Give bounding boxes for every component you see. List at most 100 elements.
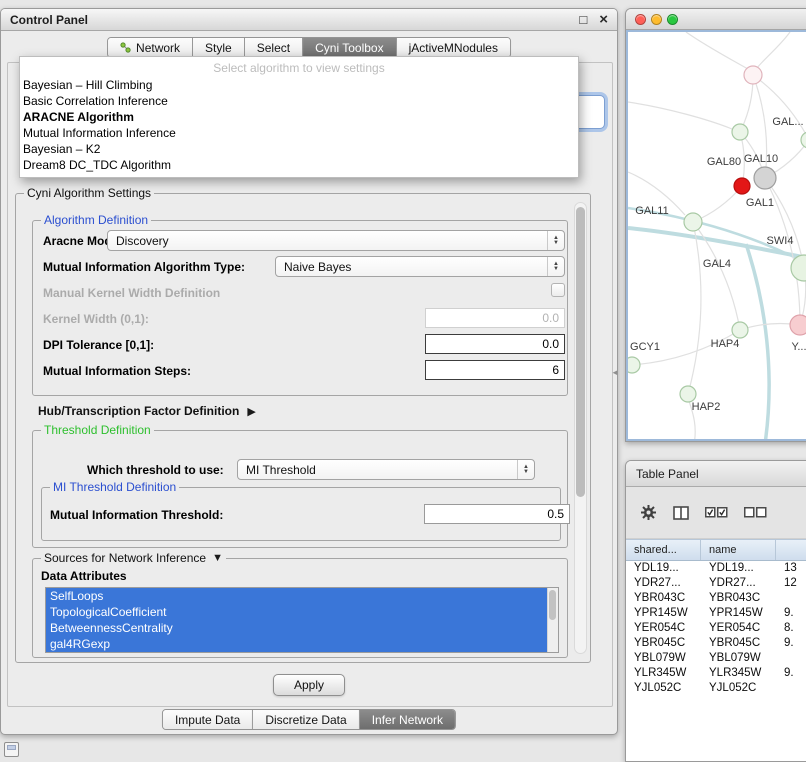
manual-kernel-label: Manual Kernel Width Definition [43, 286, 220, 300]
mi-threshold-definition-group: MI Threshold Definition Mutual Informati… [41, 487, 561, 541]
algorithm-dropdown-list: Select algorithm to view settings Bayesi… [19, 56, 579, 178]
dropdown-item-bayesian-k2[interactable]: Bayesian – K2 [20, 141, 578, 157]
manual-kernel-checkbox[interactable] [551, 283, 565, 297]
table-row[interactable]: YBL079WYBL079W [626, 651, 806, 666]
list-item-selected[interactable]: TopologicalCoefficient [46, 604, 547, 620]
network-node[interactable] [684, 213, 702, 231]
list-item-selected[interactable]: BetweennessCentrality [46, 620, 547, 636]
deselect-columns-icon[interactable] [744, 506, 767, 519]
dropdown-item-aracne[interactable]: ARACNE Algorithm [20, 109, 578, 125]
mi-type-select[interactable]: Naive Bayes ▲▼ [275, 256, 565, 277]
list-item-selected[interactable]: gal4RGexp [46, 636, 547, 652]
zoom-traffic-light-icon[interactable] [667, 14, 678, 25]
dropdown-item-basic-correlation[interactable]: Basic Correlation Inference [20, 93, 578, 109]
column-header-shared-name[interactable]: shared... [626, 540, 701, 560]
group-title: Threshold Definition [41, 423, 154, 437]
network-edge[interactable] [686, 32, 748, 69]
network-node[interactable] [790, 315, 806, 335]
list-item-selected[interactable]: SelfLoops [46, 588, 547, 604]
panel-collapse-arrow-icon[interactable]: ◄ [611, 368, 619, 377]
float-window-icon[interactable]: □ [579, 12, 587, 27]
collapsed-panel-icon[interactable] [4, 742, 19, 757]
hub-definition-expander[interactable]: Hub/Transcription Factor Definition ▶ [38, 404, 256, 418]
select-all-columns-icon[interactable] [705, 506, 728, 519]
network-node-label: GCY1 [630, 341, 660, 353]
network-window-titlebar [626, 9, 806, 30]
network-canvas[interactable]: GAL...GAL80GAL10GAL1GAL11SWI4GAL4GCY1HAP… [626, 30, 806, 441]
column-header-name[interactable]: name [701, 540, 776, 560]
dpi-tolerance-input[interactable] [425, 334, 565, 354]
list-scrollbar[interactable] [547, 588, 558, 652]
threshold-definition-group: Threshold Definition Which threshold to … [32, 430, 568, 548]
tab-infer-network[interactable]: Infer Network [360, 710, 455, 729]
panel-title: Table Panel [636, 467, 699, 481]
network-node[interactable] [732, 124, 748, 140]
close-traffic-light-icon[interactable] [635, 14, 646, 25]
sources-group-title[interactable]: Sources for Network Inference ▼ [41, 551, 226, 565]
table-row[interactable]: YDL19...YDL19...13 [626, 561, 806, 576]
tab-discretize-data[interactable]: Discretize Data [253, 710, 359, 729]
cell-extra: 13 [776, 561, 806, 576]
dropdown-item-bayesian-hill[interactable]: Bayesian – Hill Climbing [20, 77, 578, 93]
dropdown-item-dream8[interactable]: Dream8 DC_TDC Algorithm [20, 157, 578, 173]
network-node[interactable] [680, 386, 696, 402]
table-row[interactable]: YJL052CYJL052C [626, 681, 806, 696]
tab-impute-data[interactable]: Impute Data [163, 710, 253, 729]
cell-name: YDR27... [701, 576, 776, 591]
network-edge[interactable] [757, 32, 790, 68]
network-edge[interactable] [753, 75, 806, 140]
tab-label: Select [257, 41, 290, 55]
tab-select[interactable]: Select [245, 38, 303, 57]
settings-scrollbar[interactable] [574, 202, 587, 654]
table-row[interactable]: YLR345WYLR345W9. [626, 666, 806, 681]
group-title: Algorithm Definition [41, 213, 151, 227]
combo-stepper-icon: ▲▼ [517, 460, 534, 479]
dpi-tolerance-label: DPI Tolerance [0,1]: [43, 338, 154, 352]
which-threshold-label: Which threshold to use: [87, 463, 224, 477]
gear-icon[interactable] [640, 504, 657, 521]
data-attributes-list[interactable]: SelfLoops TopologicalCoefficient Between… [45, 587, 559, 653]
table-row[interactable]: YBR045CYBR045C9. [626, 636, 806, 651]
which-threshold-select[interactable]: MI Threshold ▲▼ [237, 459, 535, 480]
table-row[interactable]: YER054CYER054C8. [626, 621, 806, 636]
stepper-down-icon: ▼ [553, 241, 559, 246]
mi-threshold-input[interactable] [424, 504, 570, 524]
table-toolbar [626, 487, 806, 539]
list-scrollbar-thumb[interactable] [549, 590, 556, 620]
network-edge[interactable] [628, 102, 732, 129]
table-row[interactable]: YPR145WYPR145W9. [626, 606, 806, 621]
cell-shared-name: YDL19... [626, 561, 701, 576]
tab-label: Infer Network [372, 713, 443, 727]
network-node[interactable] [628, 357, 640, 373]
tab-label: Network [136, 41, 180, 55]
network-node[interactable] [732, 322, 748, 338]
settings-scrollbar-thumb[interactable] [576, 207, 585, 497]
cell-shared-name: YPR145W [626, 606, 701, 621]
minimize-traffic-light-icon[interactable] [651, 14, 662, 25]
tab-jactivemnodules[interactable]: jActiveMNodules [397, 38, 510, 57]
table-row[interactable]: YBR043CYBR043C [626, 591, 806, 606]
network-edge[interactable] [688, 222, 701, 394]
mi-steps-input[interactable] [425, 360, 565, 380]
dropdown-item-mutual-information[interactable]: Mutual Information Inference [20, 125, 578, 141]
table-panel-window: Table Panel shared... name [625, 460, 806, 762]
tab-network[interactable]: Network [108, 38, 193, 57]
column-header-extra[interactable] [776, 540, 806, 560]
network-node-label: Y... [791, 341, 806, 353]
apply-button[interactable]: Apply [273, 674, 345, 696]
column-layout-icon[interactable] [673, 506, 689, 520]
close-window-icon[interactable]: × [599, 14, 608, 26]
network-node[interactable] [734, 178, 750, 194]
table-row[interactable]: YDR27...YDR27...12 [626, 576, 806, 591]
network-node[interactable] [801, 132, 806, 148]
network-node[interactable] [744, 66, 762, 84]
kernel-width-input[interactable] [425, 308, 565, 328]
cell-extra: 12 [776, 576, 806, 591]
aracne-mode-select[interactable]: Discovery ▲▼ [107, 230, 565, 251]
network-node[interactable] [754, 167, 776, 189]
mi-threshold-label: Mutual Information Threshold: [50, 508, 223, 522]
tab-cyni-toolbox[interactable]: Cyni Toolbox [303, 38, 396, 57]
cell-extra: 9. [776, 606, 806, 621]
network-edge-highlighted[interactable] [746, 244, 769, 441]
tab-style[interactable]: Style [193, 38, 245, 57]
